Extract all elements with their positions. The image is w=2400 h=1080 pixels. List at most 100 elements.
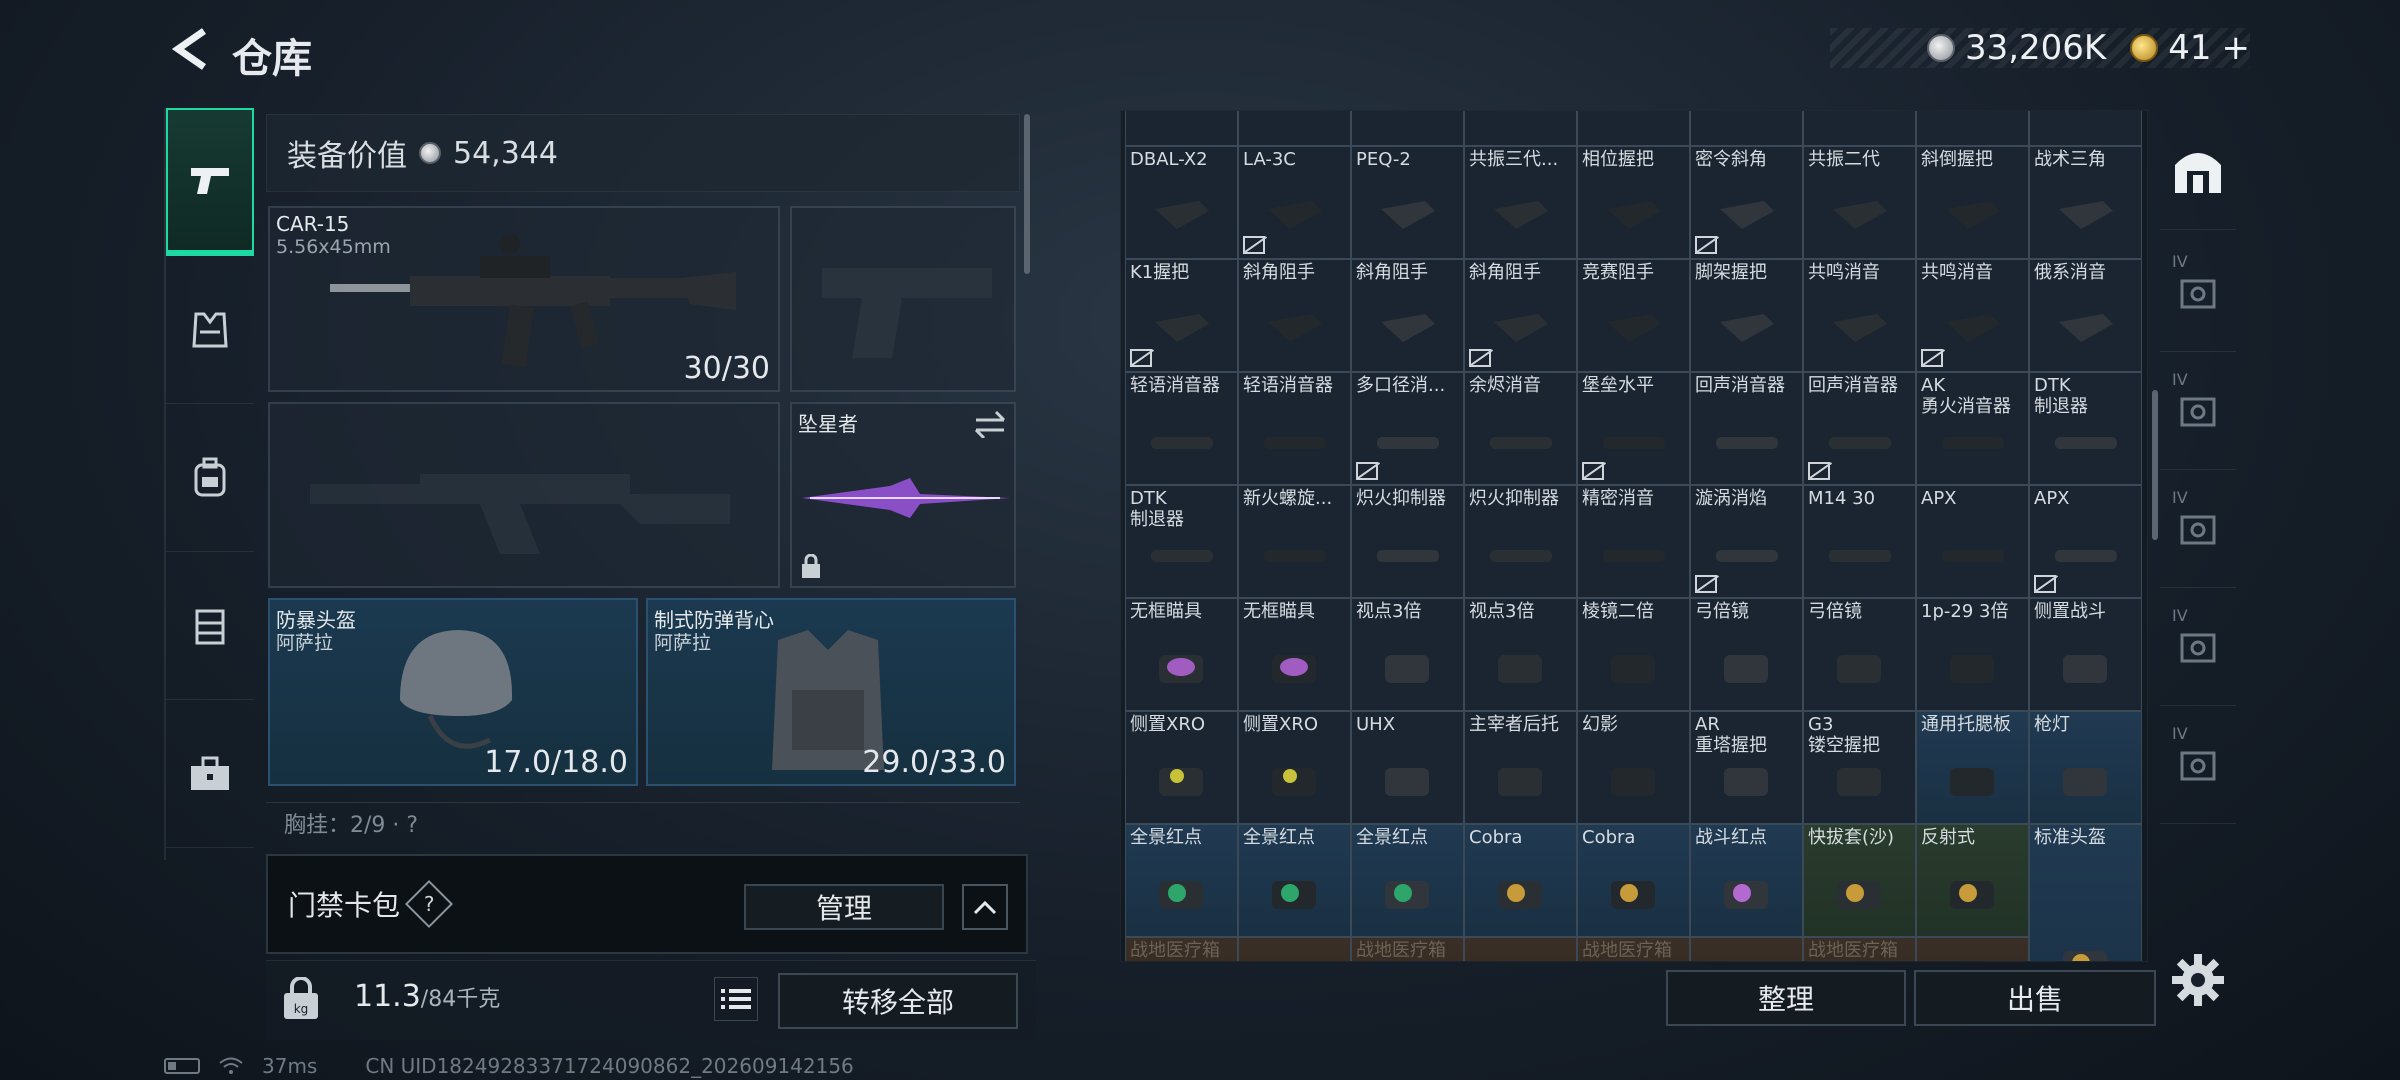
list-view-button[interactable] — [714, 977, 758, 1021]
storage-item[interactable]: DTK 制退器 — [1125, 485, 1238, 598]
storage-item[interactable]: DTK 制退器 — [2029, 372, 2142, 485]
storage-cell[interactable] — [1803, 111, 1916, 146]
tidy-button[interactable]: 整理 — [1666, 970, 1906, 1026]
storage-item[interactable] — [1690, 937, 1803, 961]
tab-armor[interactable] — [166, 256, 254, 404]
storage-item[interactable]: 竞赛阻手 — [1577, 259, 1690, 372]
melee-slot[interactable]: 坠星者 — [790, 402, 1016, 588]
storage-cell[interactable] — [1238, 111, 1351, 146]
storage-item[interactable]: 余烬消音 — [1464, 372, 1577, 485]
storage-cell[interactable] — [1690, 111, 1803, 146]
storage-item[interactable]: 全景红点 — [1238, 824, 1351, 937]
storage-item[interactable]: AR 重塔握把 — [1690, 711, 1803, 824]
storage-item[interactable]: 标准头盔 — [2029, 824, 2142, 961]
storage-item[interactable]: 弓倍镜 — [1690, 598, 1803, 711]
storage-item[interactable]: 堡垒水平 — [1577, 372, 1690, 485]
chest-rig-row[interactable]: 胸挂：2/9 · ? — [266, 802, 1020, 836]
loadout-scrollbar[interactable] — [1024, 114, 1030, 274]
storage-cell[interactable] — [1125, 111, 1238, 146]
storage-item[interactable]: 轻语消音器 — [1125, 372, 1238, 485]
storage-item[interactable]: UHX — [1351, 711, 1464, 824]
settings-button[interactable] — [2170, 952, 2226, 1008]
storage-item[interactable]: 精密消音 — [1577, 485, 1690, 598]
tab-backpack[interactable] — [166, 404, 254, 552]
primary-weapon-slot[interactable]: CAR-15 5.56x45mm 30/30 — [268, 206, 780, 392]
storage-item[interactable]: 反射式 — [1916, 824, 2029, 937]
storage-item[interactable]: 炽火抑制器 — [1351, 485, 1464, 598]
storage-item[interactable]: 战术三角 — [2029, 146, 2142, 259]
storage-item[interactable]: PEQ-2 — [1351, 146, 1464, 259]
armor-vest-slot[interactable]: 制式防弹背心 阿萨拉 29.0/33.0 — [646, 598, 1016, 786]
storage-item[interactable]: 密令斜角 — [1690, 146, 1803, 259]
manage-button[interactable]: 管理 — [744, 884, 944, 930]
storage-item[interactable]: M14 30 — [1803, 485, 1916, 598]
storage-item[interactable]: K1握把 — [1125, 259, 1238, 372]
storage-item[interactable]: 无框瞄具 — [1125, 598, 1238, 711]
storage-item[interactable]: 共振二代 — [1803, 146, 1916, 259]
storage-cell[interactable] — [1916, 111, 2029, 146]
storage-item[interactable] — [1464, 937, 1577, 961]
tab-stash-page-5[interactable]: IV — [2160, 706, 2236, 824]
tab-chest-rig[interactable] — [166, 552, 254, 700]
sidearm-slot[interactable] — [790, 206, 1016, 392]
storage-item[interactable]: 1p-29 3倍 — [1916, 598, 2029, 711]
helmet-slot[interactable]: 防暴头盔 阿萨拉 17.0/18.0 — [268, 598, 638, 786]
storage-item[interactable]: Cobra — [1464, 824, 1577, 937]
storage-item[interactable]: 主宰者后托 — [1464, 711, 1577, 824]
storage-item[interactable]: 回声消音器 — [1803, 372, 1916, 485]
storage-item[interactable]: 回声消音器 — [1690, 372, 1803, 485]
tab-weapons[interactable] — [166, 108, 254, 256]
transfer-all-button[interactable]: 转移全部 — [778, 973, 1018, 1029]
storage-item[interactable]: 战地医疗箱 — [1351, 937, 1464, 961]
storage-item[interactable]: 侧置XRO — [1238, 711, 1351, 824]
storage-item[interactable]: APX — [2029, 485, 2142, 598]
storage-item[interactable]: 视点3倍 — [1351, 598, 1464, 711]
storage-item[interactable]: 全景红点 — [1125, 824, 1238, 937]
storage-item[interactable]: 战斗红点 — [1690, 824, 1803, 937]
storage-item[interactable]: 快拔套(沙) — [1803, 824, 1916, 937]
tab-stash-page-1[interactable]: IV — [2160, 234, 2236, 352]
storage-item[interactable]: 斜角阻手 — [1238, 259, 1351, 372]
tab-stash-page-2[interactable]: IV — [2160, 352, 2236, 470]
storage-item[interactable]: 俄系消音 — [2029, 259, 2142, 372]
storage-item[interactable]: 相位握把 — [1577, 146, 1690, 259]
storage-item[interactable]: 新火螺旋... — [1238, 485, 1351, 598]
storage-item[interactable]: 多口径消... — [1351, 372, 1464, 485]
add-currency-button[interactable]: + — [2222, 28, 2251, 68]
storage-item[interactable]: 全景红点 — [1351, 824, 1464, 937]
storage-item[interactable] — [1238, 937, 1351, 961]
collapse-button[interactable] — [962, 884, 1008, 930]
storage-item[interactable]: 共鸣消音 — [1803, 259, 1916, 372]
storage-cell[interactable] — [2029, 111, 2142, 146]
storage-item[interactable]: 共鸣消音 — [1916, 259, 2029, 372]
storage-item[interactable]: 斜角阻手 — [1464, 259, 1577, 372]
storage-item[interactable]: Cobra — [1577, 824, 1690, 937]
tab-case[interactable] — [166, 700, 254, 848]
back-button[interactable] — [160, 24, 220, 74]
storage-item[interactable]: 通用托腮板 — [1916, 711, 2029, 824]
storage-item[interactable]: 侧置战斗 — [2029, 598, 2142, 711]
storage-item[interactable]: 共振三代... — [1464, 146, 1577, 259]
storage-item[interactable]: 枪灯 — [2029, 711, 2142, 824]
storage-cell[interactable] — [1351, 111, 1464, 146]
storage-item[interactable]: AK 勇火消音器 — [1916, 372, 2029, 485]
storage-item[interactable]: 弓倍镜 — [1803, 598, 1916, 711]
storage-scrollbar[interactable] — [2152, 390, 2158, 540]
storage-item[interactable] — [1916, 937, 2029, 961]
storage-item[interactable]: 幻影 — [1577, 711, 1690, 824]
storage-item[interactable]: 视点3倍 — [1464, 598, 1577, 711]
storage-item[interactable]: 漩涡消焰 — [1690, 485, 1803, 598]
storage-item[interactable]: G3 镂空握把 — [1803, 711, 1916, 824]
help-icon[interactable]: ? — [404, 879, 454, 929]
tab-stash-page-4[interactable]: IV — [2160, 588, 2236, 706]
storage-item[interactable]: 侧置XRO — [1125, 711, 1238, 824]
storage-item[interactable]: LA-3C — [1238, 146, 1351, 259]
storage-item[interactable]: 战地医疗箱 — [1125, 937, 1238, 961]
tab-stash-page-3[interactable]: IV — [2160, 470, 2236, 588]
storage-item[interactable]: 斜角阻手 — [1351, 259, 1464, 372]
storage-item[interactable]: 炽火抑制器 — [1464, 485, 1577, 598]
storage-item[interactable]: DBAL-X2 — [1125, 146, 1238, 259]
storage-item[interactable]: APX — [1916, 485, 2029, 598]
tab-stash-home[interactable] — [2160, 110, 2236, 230]
storage-item[interactable]: 斜倒握把 — [1916, 146, 2029, 259]
